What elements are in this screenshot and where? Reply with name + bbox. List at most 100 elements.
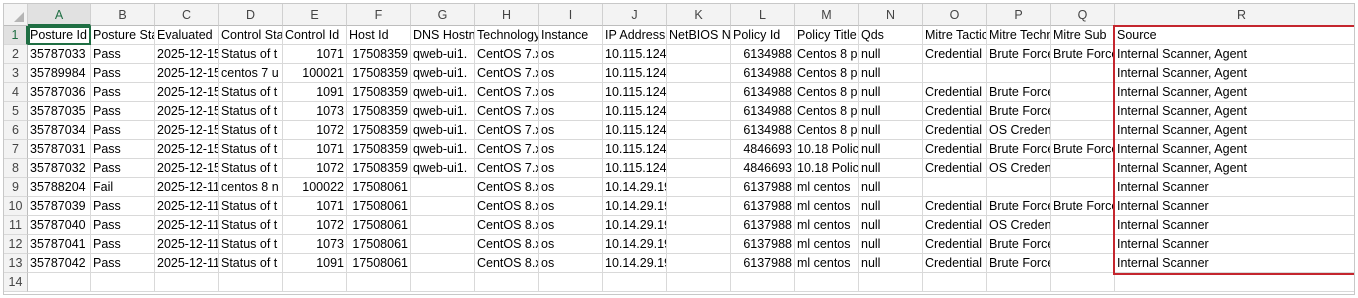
data-cell[interactable]: null: [859, 159, 923, 178]
data-cell[interactable]: 6137988: [731, 254, 795, 273]
data-cell[interactable]: 35789984: [28, 64, 91, 83]
data-cell[interactable]: os: [539, 121, 603, 140]
column-title-cell[interactable]: NetBIOS Name: [667, 26, 731, 45]
data-cell[interactable]: 4846693: [731, 140, 795, 159]
data-cell[interactable]: Centos 8 p: [795, 83, 859, 102]
data-cell[interactable]: 35787033: [28, 45, 91, 64]
data-cell[interactable]: CentOS 8.x: [475, 216, 539, 235]
column-title-cell[interactable]: Control Id: [283, 26, 347, 45]
data-cell[interactable]: 6137988: [731, 235, 795, 254]
data-cell[interactable]: 10.14.29.197: [603, 216, 667, 235]
data-cell[interactable]: [1051, 235, 1115, 254]
data-cell[interactable]: 10.115.124.161: [603, 140, 667, 159]
data-cell[interactable]: [1051, 83, 1115, 102]
data-cell[interactable]: 4846693: [731, 159, 795, 178]
data-cell[interactable]: Brute Force: [987, 83, 1051, 102]
data-cell[interactable]: 17508359: [347, 64, 411, 83]
data-cell[interactable]: 10.115.124.161: [603, 102, 667, 121]
data-cell[interactable]: 2025-12-15: [155, 83, 219, 102]
data-cell[interactable]: [1051, 159, 1115, 178]
data-cell[interactable]: CentOS 8.x: [475, 235, 539, 254]
data-cell[interactable]: 17508359: [347, 121, 411, 140]
data-cell[interactable]: [1051, 102, 1115, 121]
data-cell[interactable]: 17508359: [347, 159, 411, 178]
row-header-10[interactable]: 10: [4, 197, 28, 216]
column-title-cell[interactable]: Posture Status: [91, 26, 155, 45]
data-cell[interactable]: [923, 178, 987, 197]
data-cell[interactable]: 17508359: [347, 102, 411, 121]
row-header-6[interactable]: 6: [4, 121, 28, 140]
data-cell[interactable]: qweb-ui1.: [411, 102, 475, 121]
data-cell[interactable]: Credential: [923, 235, 987, 254]
data-cell[interactable]: [347, 273, 411, 292]
column-title-cell[interactable]: Mitre Technique: [987, 26, 1051, 45]
data-cell[interactable]: 2025-12-15: [155, 102, 219, 121]
data-cell[interactable]: Status of t: [219, 235, 283, 254]
data-cell[interactable]: Pass: [91, 254, 155, 273]
data-cell[interactable]: [1051, 64, 1115, 83]
data-cell[interactable]: [155, 273, 219, 292]
data-cell[interactable]: [1051, 254, 1115, 273]
data-cell[interactable]: CentOS 7.x: [475, 140, 539, 159]
data-cell[interactable]: [91, 273, 155, 292]
data-cell[interactable]: [411, 254, 475, 273]
data-cell[interactable]: Pass: [91, 64, 155, 83]
data-cell[interactable]: 2025-12-11: [155, 178, 219, 197]
data-cell[interactable]: Fail: [91, 178, 155, 197]
data-cell[interactable]: 1073: [283, 102, 347, 121]
column-title-cell[interactable]: Technology: [475, 26, 539, 45]
data-cell[interactable]: 35787036: [28, 83, 91, 102]
data-cell[interactable]: Pass: [91, 45, 155, 64]
data-cell[interactable]: ml centos: [795, 254, 859, 273]
data-cell[interactable]: [603, 273, 667, 292]
column-title-cell[interactable]: DNS Hostname: [411, 26, 475, 45]
data-cell[interactable]: Credential: [923, 159, 987, 178]
column-title-cell[interactable]: Qds: [859, 26, 923, 45]
column-title-cell[interactable]: Host Id: [347, 26, 411, 45]
data-cell[interactable]: Centos 8 p: [795, 64, 859, 83]
data-cell[interactable]: [667, 140, 731, 159]
data-cell[interactable]: qweb-ui1.: [411, 140, 475, 159]
data-cell[interactable]: Credential: [923, 197, 987, 216]
data-cell[interactable]: [795, 273, 859, 292]
data-cell[interactable]: CentOS 8.x: [475, 254, 539, 273]
data-cell[interactable]: os: [539, 45, 603, 64]
data-cell[interactable]: 35787034: [28, 121, 91, 140]
data-cell[interactable]: Brute Force: [987, 102, 1051, 121]
column-header-n[interactable]: N: [859, 4, 923, 26]
data-cell[interactable]: [667, 121, 731, 140]
data-cell[interactable]: 10.115.124.161: [603, 64, 667, 83]
data-cell[interactable]: null: [859, 121, 923, 140]
data-cell[interactable]: Pass: [91, 235, 155, 254]
data-cell[interactable]: [1051, 121, 1115, 140]
data-cell[interactable]: Internal Scanner: [1115, 254, 1354, 273]
column-header-b[interactable]: B: [91, 4, 155, 26]
column-header-o[interactable]: O: [923, 4, 987, 26]
data-cell[interactable]: os: [539, 140, 603, 159]
data-cell[interactable]: Internal Scanner: [1115, 178, 1354, 197]
data-cell[interactable]: 6134988: [731, 45, 795, 64]
data-cell[interactable]: null: [859, 178, 923, 197]
data-cell[interactable]: Credential: [923, 140, 987, 159]
data-cell[interactable]: Internal Scanner, Agent: [1115, 64, 1354, 83]
column-header-q[interactable]: Q: [1051, 4, 1115, 26]
data-cell[interactable]: Pass: [91, 140, 155, 159]
data-cell[interactable]: [923, 273, 987, 292]
data-cell[interactable]: [667, 273, 731, 292]
data-cell[interactable]: OS Credential Dump: [987, 159, 1051, 178]
data-cell[interactable]: 35787032: [28, 159, 91, 178]
data-cell[interactable]: Brute Force: [1051, 197, 1115, 216]
data-cell[interactable]: null: [859, 254, 923, 273]
data-cell[interactable]: Credential: [923, 45, 987, 64]
data-cell[interactable]: Brute Force: [987, 235, 1051, 254]
data-cell[interactable]: Status of t: [219, 121, 283, 140]
data-cell[interactable]: Status of t: [219, 197, 283, 216]
data-cell[interactable]: 35787031: [28, 140, 91, 159]
data-cell[interactable]: Credential: [923, 254, 987, 273]
data-cell[interactable]: os: [539, 83, 603, 102]
data-cell[interactable]: 35787041: [28, 235, 91, 254]
data-cell[interactable]: 2025-12-11: [155, 254, 219, 273]
data-cell[interactable]: [667, 216, 731, 235]
data-cell[interactable]: 10.115.124.161: [603, 159, 667, 178]
data-cell[interactable]: 1091: [283, 83, 347, 102]
